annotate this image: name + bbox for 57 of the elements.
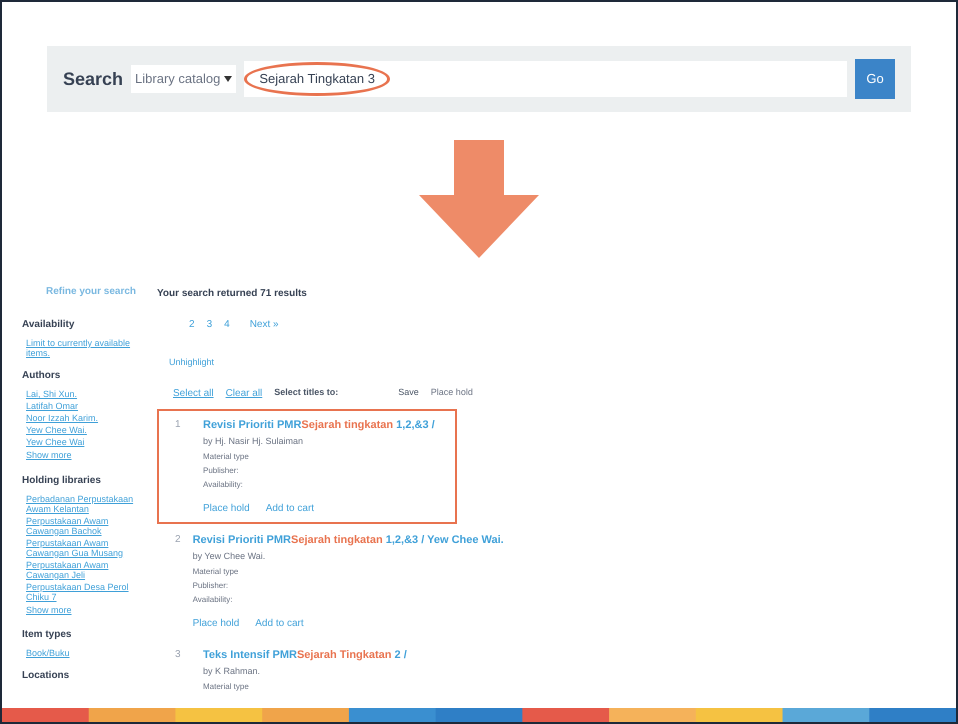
facet-heading: Locations (22, 669, 70, 683)
save-link[interactable]: Save (398, 386, 419, 400)
result-detail: Material type (203, 680, 250, 692)
result-detail: Material type (203, 450, 250, 462)
select-all-link[interactable]: Select all (173, 386, 214, 400)
down-arrow-icon (419, 140, 539, 258)
result-title-link[interactable]: Revisi Prioriti PMRSejarah tingkatan 1,2,&3 / Yew Chee Wai. (192, 532, 504, 548)
page-link[interactable]: 2 (189, 317, 195, 332)
facet-link[interactable]: Perbadanan Perpustakaan Awam Kelantan (26, 494, 141, 514)
facet-heading: Holding libraries (22, 474, 102, 488)
facet-link[interactable]: Lai, Shi Xun. (26, 389, 141, 399)
facet-heading: Item types (22, 628, 72, 642)
refine-heading: Refine your search (46, 285, 138, 299)
facet-link[interactable]: Perpustakaan Awam Cawangan Bachok (26, 516, 141, 536)
facet-link[interactable]: Perpustakaan Awam Cawangan Jeli (26, 560, 141, 580)
result-action-link[interactable]: Place hold (192, 616, 240, 630)
result-action-link[interactable]: Place hold (203, 500, 250, 516)
result-detail: Material type (192, 566, 240, 578)
results-summary: Your search returned 71 results (157, 287, 308, 301)
unhighlight-link[interactable]: Unhighlight (169, 356, 940, 370)
search-field[interactable]: Sejarah Tingkatan 3 (244, 61, 847, 97)
facet-link[interactable]: Yew Chee Wai (26, 437, 141, 447)
result-number: 2 (175, 532, 181, 546)
show-more-link[interactable]: Show more (26, 604, 157, 617)
result-detail: Publisher: (192, 580, 230, 592)
facet-link[interactable]: Yew Chee Wai. (26, 425, 141, 435)
result-title-link[interactable]: Revisi Prioriti PMRSejarah tingkatan 1,2,&3 / (203, 416, 435, 433)
result-number: 3 (175, 648, 182, 662)
result-detail: Publisher: (203, 464, 240, 476)
facet-link[interactable]: Book/Buku (26, 648, 141, 658)
result-number: 1 (175, 418, 182, 432)
search-label: Search (63, 68, 124, 90)
next-page-link[interactable]: Next » (250, 317, 279, 332)
result-author: by K Rahman. (203, 665, 262, 678)
result-detail: Availability: (192, 594, 234, 606)
facet-link[interactable]: Latifah Omar (26, 401, 141, 411)
facet-link[interactable]: Perpustakaan Desa Perol Chiku 7 (26, 582, 141, 602)
clear-all-link[interactable]: Clear all (226, 386, 262, 400)
facet-link[interactable]: Noor Izzah Karim. (26, 413, 141, 423)
result-author: by Hj. Nasir Hj. Sulaiman (203, 435, 304, 448)
result-detail: Availability: (203, 478, 244, 490)
page-link[interactable]: 3 (206, 317, 212, 332)
result-title-link[interactable]: Teks Intensif PMRSejarah Tingkatan 2 / (203, 646, 407, 663)
select-titles-label: Select titles to: (274, 386, 338, 400)
caret-icon (224, 76, 232, 82)
page-link[interactable]: 4 (224, 317, 230, 332)
go-button[interactable]: Go (855, 59, 895, 99)
facet-heading: Availability (22, 318, 76, 332)
facet-heading: Authors (22, 369, 62, 383)
place-hold-link[interactable]: Place hold (430, 386, 473, 400)
facet-link[interactable]: Perpustakaan Awam Cawangan Gua Musang (26, 538, 141, 558)
show-more-link[interactable]: Show more (26, 449, 157, 462)
result-action-link[interactable]: Add to cart (255, 616, 304, 630)
facet-link[interactable]: Limit to currently available items. (26, 338, 141, 358)
result-author: by Yew Chee Wai. (192, 550, 266, 563)
scope-select[interactable]: Library catalog (131, 65, 236, 93)
result-action-link[interactable]: Add to cart (266, 500, 314, 516)
